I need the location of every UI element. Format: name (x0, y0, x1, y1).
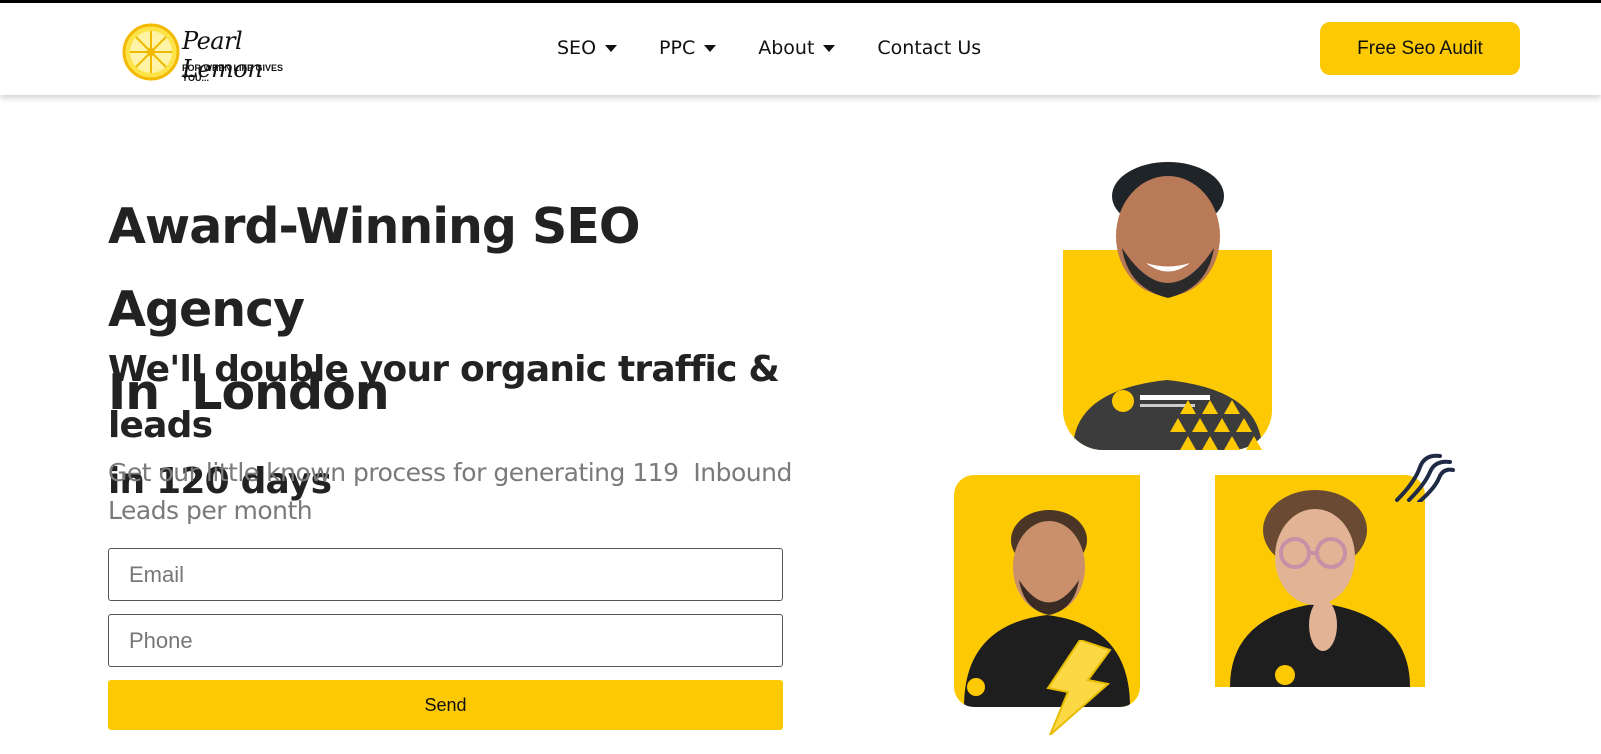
menu-item-label: PPC (659, 37, 696, 59)
phone-field[interactable] (108, 614, 783, 667)
main-menu: SEO PPC About Contact Us (557, 37, 1023, 59)
email-field[interactable] (108, 548, 783, 601)
person-head-icon (1112, 162, 1224, 298)
caret-down-icon (605, 44, 618, 52)
site-header: Pearl Lemon FOR WHEN LIFE GIVES YOU... S… (0, 3, 1601, 95)
team-illustration (940, 150, 1460, 750)
desc-line-2: Leads per month (108, 496, 313, 525)
desc-line-1: Get our little known process for generat… (108, 458, 792, 487)
menu-item-label: Contact Us (877, 37, 982, 59)
menu-item-label: SEO (557, 37, 597, 59)
logo[interactable]: Pearl Lemon FOR WHEN LIFE GIVES YOU... (122, 23, 312, 83)
menu-item-contact[interactable]: Contact Us (877, 37, 981, 59)
logo-tagline: FOR WHEN LIFE GIVES YOU... (182, 63, 284, 83)
caret-down-icon (704, 44, 717, 52)
free-seo-audit-button[interactable]: Free Seo Audit (1320, 22, 1520, 75)
squiggle-lines-icon (1395, 453, 1455, 502)
lemon-logo-icon (122, 23, 180, 81)
lightning-bolt-icon (1046, 640, 1112, 735)
title-line-1: Award-Winning SEO Agency (108, 198, 640, 338)
triangle-pattern-icon (1170, 400, 1262, 450)
menu-item-ppc[interactable]: PPC (659, 37, 717, 59)
menu-item-label: About (758, 37, 815, 59)
subtitle-line-1: We'll double your organic traffic & lead… (108, 349, 780, 446)
send-button[interactable]: Send (108, 680, 783, 730)
hero-description: Get our little known process for generat… (108, 454, 792, 530)
menu-item-about[interactable]: About (758, 37, 836, 59)
person-avatar-icon (1230, 490, 1410, 687)
team-photo-card-3 (1215, 475, 1425, 687)
menu-item-seo[interactable]: SEO (557, 37, 618, 59)
caret-down-icon (823, 44, 836, 52)
